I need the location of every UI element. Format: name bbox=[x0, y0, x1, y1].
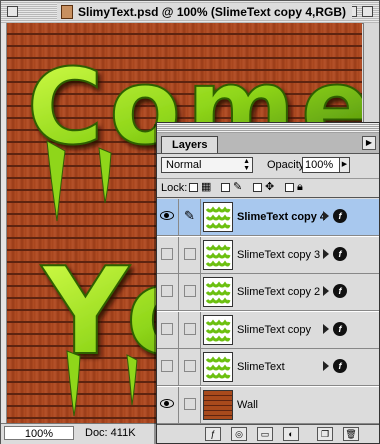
visibility-toggle[interactable] bbox=[157, 349, 179, 385]
link-toggle[interactable] bbox=[179, 349, 201, 385]
layers-list: ✎ SlimeText copy 4 f SlimeText copy 3 f Slime… bbox=[157, 199, 379, 425]
updown-arrows-icon: ▲ ▼ bbox=[243, 158, 250, 172]
lock-transparency-checkbox[interactable] bbox=[189, 183, 198, 192]
palette-menu-arrow-icon[interactable]: ▶ bbox=[362, 136, 376, 150]
lock-label: Lock: bbox=[161, 182, 188, 194]
window-title: SlimyText.psd @ 100% (SlimeText copy 4,R… bbox=[78, 4, 347, 19]
new-layer-icon[interactable]: ❐ bbox=[317, 427, 333, 441]
visibility-toggle[interactable] bbox=[157, 274, 179, 310]
palette-bottom-bar: ƒ ◎ ▭ ◐ ❐ 🗑︎ bbox=[157, 424, 379, 443]
document-size-info[interactable]: Doc: 411K bbox=[85, 427, 136, 439]
brush-icon: ✎ bbox=[184, 208, 195, 223]
visibility-toggle[interactable] bbox=[157, 311, 179, 348]
layer-name[interactable]: SlimeText copy 4 bbox=[237, 211, 326, 223]
layer-row[interactable]: SlimeText copy 3 f bbox=[157, 236, 379, 274]
layer-thumbnail[interactable] bbox=[203, 314, 233, 345]
layer-thumbnail[interactable] bbox=[203, 389, 233, 420]
expand-effects-triangle-icon[interactable] bbox=[323, 211, 329, 221]
expand-effects-triangle-icon[interactable] bbox=[323, 361, 329, 371]
layers-palette: Layers ▶ Normal ▲ ▼ Opacity: 100% ▶ Lock:… bbox=[156, 122, 380, 444]
trash-icon[interactable]: 🗑︎ bbox=[343, 427, 359, 441]
brush-icon: ✎ bbox=[233, 181, 243, 193]
layer-row[interactable]: SlimeText copy f bbox=[157, 311, 379, 349]
link-box bbox=[184, 360, 196, 372]
collapse-box-icon[interactable] bbox=[362, 6, 373, 17]
link-toggle[interactable] bbox=[179, 386, 201, 423]
layer-effects-icon[interactable]: f bbox=[333, 284, 347, 298]
new-set-icon[interactable]: ▭ bbox=[257, 427, 273, 441]
layer-row[interactable]: Wall bbox=[157, 386, 379, 424]
visibility-box bbox=[161, 285, 173, 297]
link-toggle[interactable] bbox=[179, 274, 201, 310]
visibility-box bbox=[161, 322, 173, 335]
layer-row[interactable]: SlimeText copy 2 f bbox=[157, 274, 379, 311]
layer-row[interactable]: ✎ SlimeText copy 4 f bbox=[157, 199, 379, 236]
layer-effects-icon[interactable]: f bbox=[333, 321, 347, 336]
link-box bbox=[184, 285, 196, 297]
link-toggle[interactable] bbox=[179, 236, 201, 273]
lock-position-checkbox[interactable] bbox=[253, 183, 262, 192]
eye-icon bbox=[160, 398, 174, 408]
layer-effects-icon[interactable]: f bbox=[333, 246, 347, 261]
layer-name[interactable]: Wall bbox=[237, 399, 258, 411]
palette-tab-row: Layers ▶ bbox=[157, 133, 379, 154]
close-box-icon[interactable] bbox=[7, 6, 18, 17]
link-toggle[interactable]: ✎ bbox=[179, 199, 201, 235]
layer-row[interactable]: SlimeText f bbox=[157, 349, 379, 386]
visibility-toggle[interactable] bbox=[157, 199, 179, 235]
visibility-toggle[interactable] bbox=[157, 386, 179, 423]
transparency-checker-icon: ▦ bbox=[201, 181, 212, 193]
mask-icon[interactable]: ◎ bbox=[231, 427, 247, 441]
layer-effects-icon[interactable]: f bbox=[333, 209, 347, 223]
opacity-slider-arrow-icon[interactable]: ▶ bbox=[340, 157, 350, 173]
opacity-field[interactable]: 100% bbox=[302, 157, 340, 173]
adjustment-layer-icon[interactable]: ◐ bbox=[283, 427, 299, 441]
layer-name[interactable]: SlimeText bbox=[237, 361, 285, 373]
tab-layers[interactable]: Layers bbox=[161, 136, 219, 153]
layer-name[interactable]: SlimeText copy 2 bbox=[237, 286, 320, 298]
padlock-icon: 🔒︎ bbox=[297, 181, 303, 193]
expand-effects-triangle-icon[interactable] bbox=[323, 286, 329, 296]
layer-thumbnail[interactable] bbox=[203, 202, 233, 232]
link-toggle[interactable] bbox=[179, 311, 201, 348]
blend-mode-value: Normal bbox=[166, 159, 202, 171]
document-icon bbox=[61, 4, 73, 19]
blend-mode-select[interactable]: Normal ▲ ▼ bbox=[161, 157, 253, 173]
lock-image-checkbox[interactable] bbox=[221, 183, 230, 192]
expand-effects-triangle-icon[interactable] bbox=[323, 323, 329, 334]
layer-effects-icon[interactable]: f bbox=[333, 359, 347, 373]
title-wrap: SlimyText.psd @ 100% (SlimeText copy 4,R… bbox=[57, 3, 353, 20]
lock-all-checkbox[interactable] bbox=[285, 183, 294, 192]
layer-name[interactable]: SlimeText copy bbox=[237, 324, 311, 336]
link-box bbox=[184, 247, 196, 260]
lock-row: Lock: ▦ ✎ ✥ 🔒︎ bbox=[157, 178, 379, 198]
layer-thumbnail[interactable] bbox=[203, 352, 233, 382]
visibility-toggle[interactable] bbox=[157, 236, 179, 273]
link-box bbox=[184, 397, 196, 410]
visibility-box bbox=[161, 247, 173, 260]
title-bar[interactable]: SlimyText.psd @ 100% (SlimeText copy 4,R… bbox=[1, 1, 379, 24]
move-icon: ✥ bbox=[265, 181, 275, 193]
layer-thumbnail[interactable] bbox=[203, 239, 233, 270]
layer-thumbnail[interactable] bbox=[203, 277, 233, 307]
layer-name[interactable]: SlimeText copy 3 bbox=[237, 249, 320, 261]
layer-style-icon[interactable]: ƒ bbox=[205, 427, 221, 441]
link-box bbox=[184, 322, 196, 335]
visibility-box bbox=[161, 360, 173, 372]
expand-effects-triangle-icon[interactable] bbox=[323, 248, 329, 259]
eye-icon bbox=[160, 211, 174, 220]
zoom-field[interactable]: 100% bbox=[4, 426, 74, 440]
